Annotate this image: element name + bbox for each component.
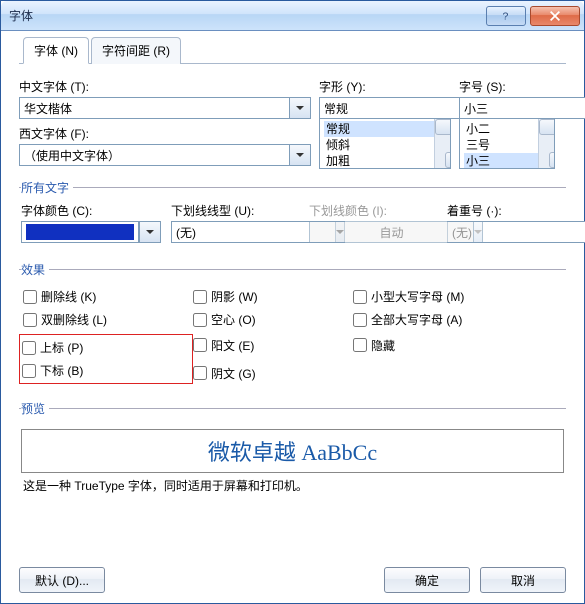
list-item[interactable]: 倾斜 <box>324 137 446 153</box>
strike-checkbox[interactable]: 删除线 (K) <box>23 288 193 305</box>
ok-button[interactable]: 确定 <box>384 567 470 593</box>
underline-color-combo <box>309 221 439 243</box>
help-icon: ? <box>499 9 513 23</box>
underline-color-drop <box>473 221 483 243</box>
chevron-down-icon <box>296 104 304 112</box>
script-highlight-box: 上标 (P) 下标 (B) <box>19 334 193 384</box>
effects-group: 效果 删除线 (K) 阴影 (W) 小型大写字母 (M) 双删除线 (L) 空心… <box>19 261 566 390</box>
underline-style-label: 下划线线型 (U): <box>171 202 301 219</box>
chevron-down-icon <box>474 228 482 236</box>
font-color-combo[interactable] <box>21 221 163 243</box>
size-label: 字号 (S): <box>459 78 555 95</box>
effects-legend: 效果 <box>21 261 49 278</box>
style-listbox[interactable]: 常规 倾斜 加粗 <box>319 119 451 169</box>
scroll-down[interactable] <box>549 152 555 168</box>
titlebar: 字体 ? <box>1 1 584 31</box>
size-input-wrap <box>459 97 555 119</box>
dstrike-checkbox[interactable]: 双删除线 (L) <box>23 311 193 328</box>
engrave-checkbox[interactable]: 阴文 (G) <box>193 362 353 384</box>
scroll-up[interactable] <box>539 119 555 135</box>
chevron-up-icon <box>450 119 451 155</box>
close-icon <box>548 9 562 23</box>
west-font-label: 西文字体 (F): <box>19 125 311 142</box>
tab-strip: 字体 (N) 字符间距 (R) <box>19 37 566 64</box>
preview-box: 微软卓越 AaBbCc <box>21 429 564 473</box>
chevron-up-icon <box>554 119 555 155</box>
size-listbox[interactable]: 小二 三号 小三 <box>459 119 555 169</box>
allcaps-checkbox[interactable]: 全部大写字母 (A) <box>353 311 523 328</box>
chevron-down-icon <box>296 151 304 159</box>
font-color-swatch <box>21 221 139 243</box>
cancel-button[interactable]: 取消 <box>480 567 566 593</box>
cn-font-combo[interactable] <box>19 97 311 119</box>
dialog-footer: 默认 (D)... 确定 取消 <box>19 567 566 593</box>
color-sample <box>26 224 134 240</box>
tab-font[interactable]: 字体 (N) <box>23 37 89 64</box>
preview-legend: 预览 <box>21 400 49 417</box>
underline-color-input <box>309 221 473 243</box>
all-text-group: 所有文字 字体颜色 (C): 下划线线型 (U): <box>19 179 566 251</box>
list-item[interactable]: 常规 <box>324 121 446 137</box>
style-scrollbar[interactable] <box>434 119 450 168</box>
west-font-input[interactable] <box>19 144 289 166</box>
preview-text: 微软卓越 AaBbCc <box>208 435 377 467</box>
font-color-drop[interactable] <box>139 221 161 243</box>
chevron-down-icon <box>146 228 154 236</box>
hidden-checkbox[interactable]: 隐藏 <box>353 334 523 356</box>
tab-spacing[interactable]: 字符间距 (R) <box>91 37 181 64</box>
subscript-checkbox[interactable]: 下标 (B) <box>22 362 190 379</box>
dialog-title: 字体 <box>9 7 482 24</box>
cn-font-label: 中文字体 (T): <box>19 78 311 95</box>
font-color-label: 字体颜色 (C): <box>21 202 163 219</box>
west-font-drop[interactable] <box>289 144 311 166</box>
shadow-checkbox[interactable]: 阴影 (W) <box>193 288 353 305</box>
cn-font-input[interactable] <box>19 97 289 119</box>
preview-group: 预览 微软卓越 AaBbCc 这是一种 TrueType 字体，同时适用于屏幕和… <box>19 400 566 496</box>
default-button[interactable]: 默认 (D)... <box>19 567 105 593</box>
svg-text:?: ? <box>503 10 509 22</box>
list-item[interactable]: 加粗 <box>324 153 446 169</box>
size-input[interactable] <box>459 97 585 119</box>
font-dialog: 字体 ? 字体 (N) 字符间距 (R) 中文字体 (T): 西文字体 (F): <box>0 0 585 604</box>
close-button[interactable] <box>530 6 580 26</box>
style-input-wrap <box>319 97 451 119</box>
underline-style-combo[interactable] <box>171 221 301 243</box>
superscript-checkbox[interactable]: 上标 (P) <box>22 339 190 356</box>
size-scrollbar[interactable] <box>538 119 554 168</box>
style-label: 字形 (Y): <box>319 78 451 95</box>
west-font-combo[interactable] <box>19 144 311 166</box>
underline-color-label: 下划线颜色 (I): <box>309 202 439 219</box>
smallcaps-checkbox[interactable]: 小型大写字母 (M) <box>353 288 523 305</box>
scroll-up[interactable] <box>435 119 451 135</box>
all-text-legend: 所有文字 <box>21 179 73 196</box>
font-description: 这是一种 TrueType 字体，同时适用于屏幕和打印机。 <box>23 477 562 494</box>
outline-checkbox[interactable]: 空心 (O) <box>193 311 353 328</box>
help-button[interactable]: ? <box>486 6 526 26</box>
emboss-checkbox[interactable]: 阳文 (E) <box>193 334 353 356</box>
scroll-down[interactable] <box>445 152 451 168</box>
emphasis-label: 着重号 (·): <box>447 202 547 219</box>
cn-font-drop[interactable] <box>289 97 311 119</box>
